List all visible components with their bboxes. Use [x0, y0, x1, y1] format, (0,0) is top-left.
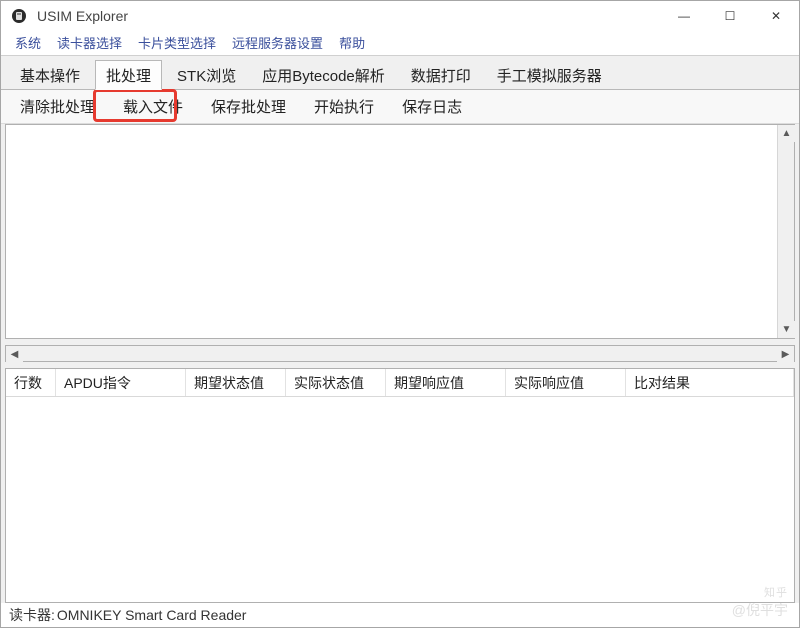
maximize-icon: ☐ — [725, 10, 736, 22]
batch-textpane[interactable] — [6, 125, 777, 338]
window-controls: — ☐ ✕ — [661, 2, 799, 31]
status-reader-value: OMNIKEY Smart Card Reader — [57, 607, 247, 623]
col-actual-response[interactable]: 实际响应值 — [506, 369, 626, 396]
statusbar: 读卡器: OMNIKEY Smart Card Reader — [1, 603, 799, 627]
minimize-button[interactable]: — — [661, 2, 707, 31]
toolbar: 清除批处理 载入文件 保存批处理 开始执行 保存日志 — [1, 90, 799, 124]
scroll-up-icon[interactable]: ▲ — [778, 125, 795, 142]
scroll-track-h[interactable] — [23, 346, 777, 361]
menu-remote-server[interactable]: 远程服务器设置 — [224, 31, 331, 54]
menubar: 系统 读卡器选择 卡片类型选择 远程服务器设置 帮助 — [1, 31, 799, 55]
close-icon: ✕ — [771, 10, 781, 22]
status-reader-label: 读卡器: — [9, 605, 55, 625]
col-expected-status[interactable]: 期望状态值 — [186, 369, 286, 396]
menu-card-type[interactable]: 卡片类型选择 — [130, 31, 224, 54]
col-compare-result[interactable]: 比对结果 — [626, 369, 794, 396]
scroll-track-v[interactable] — [778, 142, 794, 321]
scroll-right-icon[interactable]: ▶ — [777, 346, 794, 363]
col-expected-response[interactable]: 期望响应值 — [386, 369, 506, 396]
horizontal-scrollbar[interactable]: ◀ ▶ — [5, 345, 795, 362]
app-title: USIM Explorer — [37, 8, 128, 24]
menu-system[interactable]: 系统 — [7, 31, 49, 54]
toolbar-clear-batch[interactable]: 清除批处理 — [9, 92, 106, 121]
vertical-scrollbar[interactable]: ▲ ▼ — [777, 125, 794, 338]
results-table: 行数 APDU指令 期望状态值 实际状态值 期望响应值 实际响应值 比对结果 — [5, 368, 795, 603]
scroll-down-icon[interactable]: ▼ — [778, 321, 795, 338]
tab-manual-sim-server[interactable]: 手工模拟服务器 — [486, 60, 613, 90]
workarea: ▲ ▼ ◀ ▶ 行数 APDU指令 期望状态值 实际状态值 期望响应值 实际响应… — [1, 124, 799, 603]
toolbar-save-batch[interactable]: 保存批处理 — [200, 92, 297, 121]
tabbar: 基本操作 批处理 STK浏览 应用Bytecode解析 数据打印 手工模拟服务器 — [1, 55, 799, 90]
table-header-row: 行数 APDU指令 期望状态值 实际状态值 期望响应值 实际响应值 比对结果 — [6, 369, 794, 397]
col-row-number[interactable]: 行数 — [6, 369, 56, 396]
app-icon — [9, 6, 29, 26]
col-apdu[interactable]: APDU指令 — [56, 369, 186, 396]
scroll-left-icon[interactable]: ◀ — [6, 346, 23, 363]
toolbar-load-file[interactable]: 载入文件 — [112, 92, 194, 121]
toolbar-save-log[interactable]: 保存日志 — [391, 92, 473, 121]
tab-stk-browse[interactable]: STK浏览 — [166, 60, 247, 90]
application-window: USIM Explorer — ☐ ✕ 系统 读卡器选择 卡片类型选择 远程服务… — [0, 0, 800, 628]
table-body[interactable] — [6, 397, 794, 602]
tab-data-print[interactable]: 数据打印 — [400, 60, 482, 90]
toolbar-start-exec[interactable]: 开始执行 — [303, 92, 385, 121]
batch-textpane-container: ▲ ▼ — [5, 124, 795, 339]
titlebar: USIM Explorer — ☐ ✕ — [1, 1, 799, 31]
tab-batch[interactable]: 批处理 — [95, 60, 162, 90]
tab-bytecode-parse[interactable]: 应用Bytecode解析 — [251, 60, 396, 90]
menu-reader-select[interactable]: 读卡器选择 — [49, 31, 130, 54]
maximize-button[interactable]: ☐ — [707, 2, 753, 31]
menu-help[interactable]: 帮助 — [331, 31, 373, 54]
col-actual-status[interactable]: 实际状态值 — [286, 369, 386, 396]
tab-basic-ops[interactable]: 基本操作 — [9, 60, 91, 90]
minimize-icon: — — [678, 10, 690, 22]
close-button[interactable]: ✕ — [753, 2, 799, 31]
